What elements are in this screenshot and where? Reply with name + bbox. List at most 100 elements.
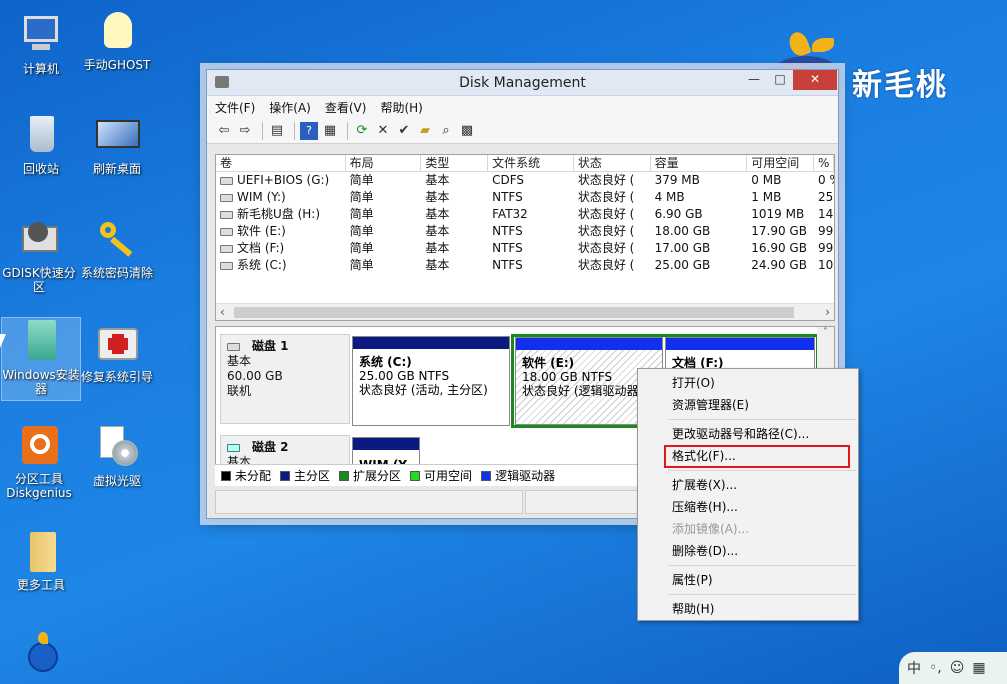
volume-filesystem: NTFS xyxy=(492,241,523,255)
column-header-status[interactable]: 状态 xyxy=(574,155,651,171)
keyboard-icon[interactable]: ▦ xyxy=(972,660,985,676)
menu-file[interactable]: 文件(F) xyxy=(215,99,255,116)
scroll-left-icon[interactable]: ‹ xyxy=(220,304,225,320)
disk1-label[interactable]: 磁盘 1 基本 60.00 GB 联机 xyxy=(220,334,350,424)
ime-indicator[interactable]: 中 xyxy=(907,658,921,678)
volume-type: 基本 xyxy=(425,224,450,238)
window-titlebar[interactable]: Disk Management — □ ✕ xyxy=(207,70,838,96)
volume-type: 基本 xyxy=(425,241,450,255)
refresh-icon[interactable]: ⟳ xyxy=(353,122,371,140)
table-row[interactable]: 文档 (F:) 简单 基本 NTFS 状态良好 ( 17.00 GB 16.90… xyxy=(216,240,834,257)
volume-name: UEFI+BIOS (G:) xyxy=(237,173,330,187)
menu-item-open[interactable]: 打开(O) xyxy=(638,372,858,394)
menu-separator xyxy=(668,565,856,566)
column-header-capacity[interactable]: 容量 xyxy=(651,155,748,171)
column-header-layout[interactable]: 布局 xyxy=(346,155,422,171)
volume-percent: 99 xyxy=(818,241,834,255)
legend-item: 可用空间 xyxy=(410,467,472,484)
forward-arrow-icon[interactable]: ⇨ xyxy=(236,122,254,140)
desktop-icon-label: 修复系统引导 xyxy=(80,370,153,384)
volume-status: 状态良好 ( xyxy=(577,224,635,238)
partition-detail: 25.00 GB NTFS xyxy=(359,369,450,383)
volume-list-header: 卷 布局 类型 文件系统 状态 容量 可用空间 % xyxy=(216,155,834,172)
properties-icon[interactable]: ▦ xyxy=(321,122,339,140)
folder-icon xyxy=(18,528,64,574)
volume-filesystem: NTFS xyxy=(492,258,523,272)
disc-icon xyxy=(94,424,140,470)
desktop-icon-computer[interactable]: 计算机 xyxy=(2,12,80,76)
menu-item-help[interactable]: 帮助(H) xyxy=(638,598,858,620)
menu-item-delete-volume[interactable]: 删除卷(D)... xyxy=(638,540,858,562)
search-icon[interactable]: ⌕ xyxy=(437,122,455,140)
column-header-filesystem[interactable]: 文件系统 xyxy=(488,155,574,171)
legend-item: 扩展分区 xyxy=(339,467,401,484)
scroll-up-icon[interactable]: ˄ xyxy=(817,327,834,338)
punctuation-icon[interactable]: ◦, xyxy=(929,660,942,676)
desktop-icon-label: 回收站 xyxy=(22,162,59,176)
desktop-icon-refresh[interactable]: 刷新桌面 xyxy=(78,112,156,176)
table-row[interactable]: 软件 (E:) 简单 基本 NTFS 状态良好 ( 18.00 GB 17.90… xyxy=(216,223,834,240)
drive-icon xyxy=(220,261,233,270)
menu-item-change-drive-letter[interactable]: 更改驱动器号和路径(C)... xyxy=(638,423,858,445)
table-row[interactable]: 新毛桃U盘 (H:) 简单 基本 FAT32 状态良好 ( 6.90 GB 10… xyxy=(216,206,834,223)
toolbar-separator xyxy=(294,121,295,140)
desktop-icon-ghost[interactable]: 手动GHOST xyxy=(78,8,156,72)
volume-status: 状态良好 ( xyxy=(577,258,635,272)
smiley-icon[interactable]: ☺ xyxy=(950,660,965,676)
partition-c[interactable]: 系统 (C:) 25.00 GB NTFS 状态良好 (活动, 主分区) xyxy=(352,336,510,426)
desktop-icon-recycle-bin[interactable]: 回收站 xyxy=(2,112,80,176)
desktop-icon-windows-installer[interactable]: Windows安装器 xyxy=(1,317,81,401)
menu-item-add-mirror: 添加镜像(A)... xyxy=(672,522,750,536)
table-row[interactable]: UEFI+BIOS (G:) 简单 基本 CDFS 状态良好 ( 379 MB … xyxy=(216,172,834,189)
desktop-icon-label: 虚拟光驱 xyxy=(92,474,141,488)
toolbar-separator xyxy=(262,121,263,140)
scrollbar-thumb[interactable] xyxy=(234,307,794,318)
open-folder-icon[interactable]: ▰ xyxy=(416,122,434,140)
column-header-percent[interactable]: % xyxy=(814,155,834,171)
desktop-icon-gdisk[interactable]: GDISK快速分区 xyxy=(0,216,78,294)
maximize-button[interactable]: □ xyxy=(767,70,793,90)
menu-item-extend-volume[interactable]: 扩展卷(X)... xyxy=(638,474,858,496)
desktop-icon-peach[interactable] xyxy=(2,628,80,678)
table-row[interactable]: 系统 (C:) 简单 基本 NTFS 状态良好 ( 25.00 GB 24.90… xyxy=(216,257,834,274)
legend-swatch xyxy=(410,470,421,481)
table-row[interactable]: WIM (Y:) 简单 基本 NTFS 状态良好 ( 4 MB 1 MB 25 xyxy=(216,189,834,206)
minimize-button[interactable]: — xyxy=(741,70,767,90)
volume-capacity: 6.90 GB xyxy=(654,207,703,221)
back-arrow-icon[interactable]: ⇦ xyxy=(215,122,233,140)
first-aid-icon xyxy=(94,320,140,366)
desktop-icon-repair-boot[interactable]: 修复系统引导 xyxy=(78,320,156,384)
help-icon[interactable]: ? xyxy=(300,121,318,140)
diskgenius-icon xyxy=(16,422,62,468)
menu-item-properties[interactable]: 属性(P) xyxy=(638,569,858,591)
desktop-icon-diskgenius[interactable]: 分区工具Diskgenius xyxy=(0,422,78,500)
column-header-type[interactable]: 类型 xyxy=(421,155,489,171)
scroll-right-icon[interactable]: › xyxy=(825,304,830,320)
check-icon[interactable]: ✔ xyxy=(395,122,413,140)
rescan-icon[interactable]: ▩ xyxy=(458,122,476,140)
volume-layout: 简单 xyxy=(349,241,374,255)
volume-free: 17.90 GB xyxy=(751,224,807,238)
menu-help[interactable]: 帮助(H) xyxy=(380,99,422,116)
desktop-icon-password[interactable]: 系统密码清除 xyxy=(78,216,156,280)
column-header-free-space[interactable]: 可用空间 xyxy=(747,155,815,171)
menu-view[interactable]: 查看(V) xyxy=(325,99,367,116)
menu-action[interactable]: 操作(A) xyxy=(269,99,311,116)
legend-swatch xyxy=(339,470,350,481)
menu-item-explorer[interactable]: 资源管理器(E) xyxy=(638,394,858,416)
column-header-volume[interactable]: 卷 xyxy=(216,155,346,171)
legend-label: 主分区 xyxy=(294,469,331,483)
disk-state: 联机 xyxy=(227,384,252,398)
partition-wim[interactable]: WIM (Y xyxy=(352,437,420,467)
console-tree-icon[interactable]: ▤ xyxy=(268,122,286,140)
desktop-icon-label: 刷新桌面 xyxy=(92,162,141,176)
horizontal-scrollbar[interactable]: ‹ › xyxy=(216,303,834,320)
volume-free: 16.90 GB xyxy=(751,241,807,255)
desktop-icon-more-tools[interactable]: 更多工具 xyxy=(2,528,80,592)
close-button[interactable]: ✕ xyxy=(793,70,837,90)
disk-name: 磁盘 1 xyxy=(252,339,289,353)
menu-item-shrink-volume[interactable]: 压缩卷(H)... xyxy=(638,496,858,518)
menu-separator xyxy=(668,470,856,471)
delete-icon[interactable]: ✕ xyxy=(374,122,392,140)
desktop-icon-virtual-drive[interactable]: 虚拟光驱 xyxy=(78,424,156,488)
